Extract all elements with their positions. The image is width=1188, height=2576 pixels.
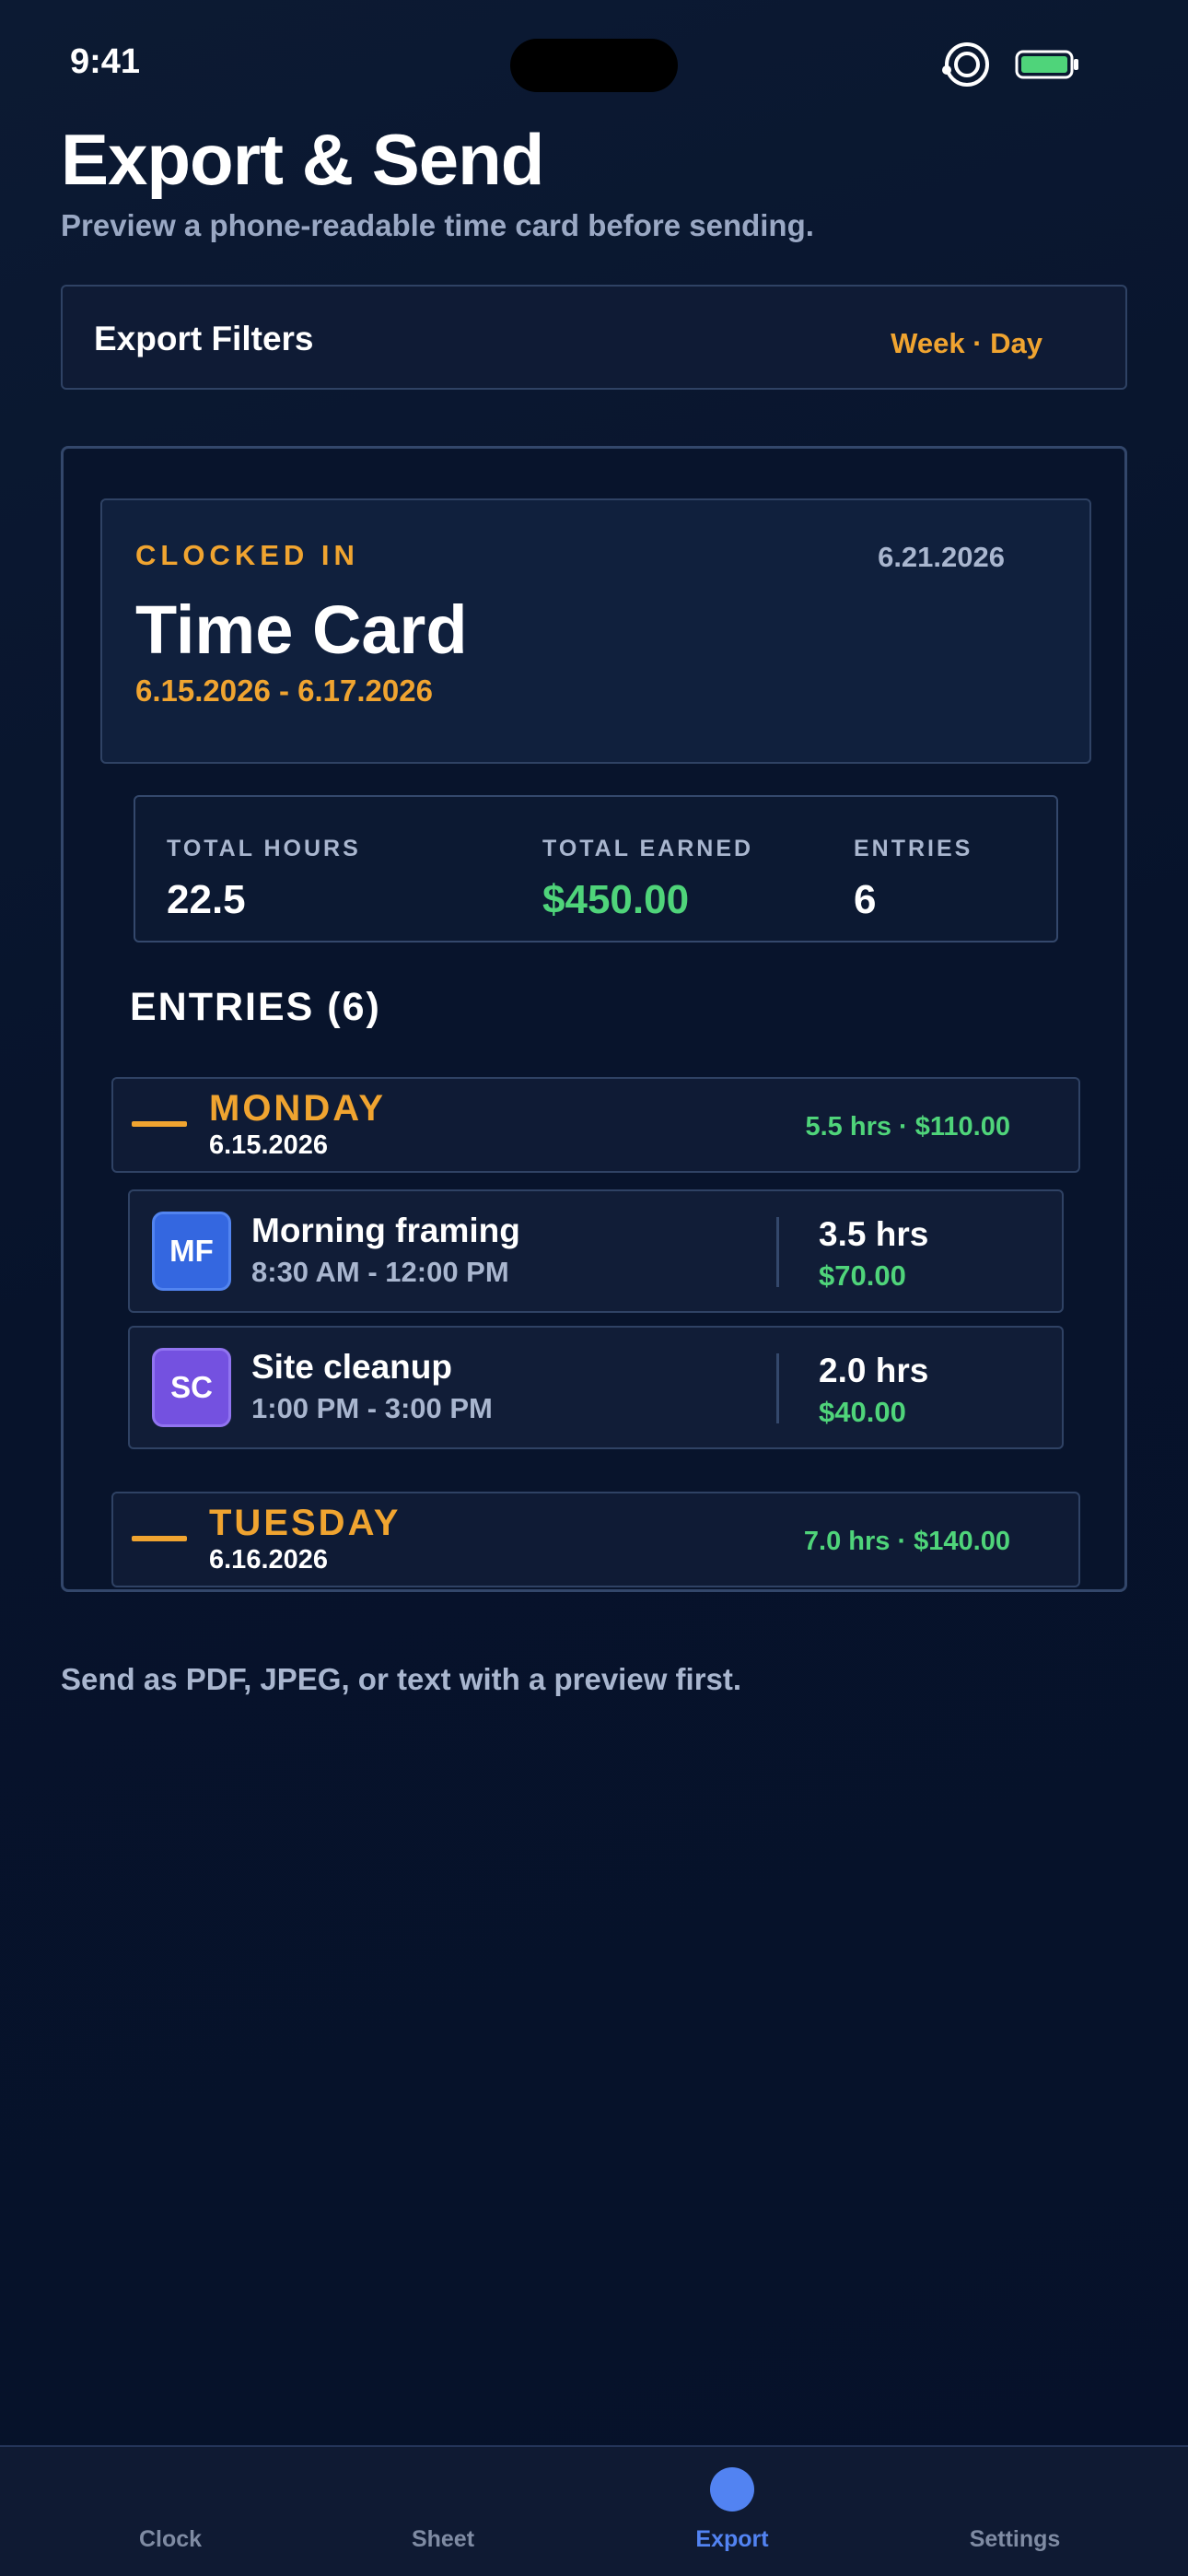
total-earned-label: TOTAL EARNED xyxy=(542,836,754,861)
clock-status: CLOCKED IN xyxy=(135,539,359,571)
day-summary: 5.5 hrs · $110.00 xyxy=(805,1112,1011,1142)
day-date: 6.16.2026 xyxy=(209,1545,329,1575)
page-title: Export & Send xyxy=(61,119,544,200)
export-filters-title: Export Filters xyxy=(94,320,314,357)
entry-earned: $40.00 xyxy=(819,1396,906,1428)
entry-earned: $70.00 xyxy=(819,1259,906,1292)
total-entries: ENTRIES 6 xyxy=(854,836,973,923)
total-earned-value: $450.00 xyxy=(542,877,690,922)
sync-status-icon xyxy=(942,42,989,87)
total-hours-label: TOTAL HOURS xyxy=(167,836,361,861)
total-hours: TOTAL HOURS 22.5 xyxy=(167,836,361,923)
tab-sheet[interactable]: Sheet xyxy=(295,2447,591,2576)
day-date: 6.15.2026 xyxy=(209,1130,329,1160)
entry-divider xyxy=(776,1217,779,1287)
active-tab-indicator-icon xyxy=(710,2467,754,2512)
time-card-title: Time Card xyxy=(135,591,468,668)
time-card-preview[interactable]: CLOCKED IN 6.21.2026 Time Card 6.15.2026… xyxy=(61,446,1127,1592)
day-marker xyxy=(132,1121,187,1127)
total-entries-label: ENTRIES xyxy=(854,836,973,861)
tab-export-label: Export xyxy=(695,2526,769,2552)
totals-summary: TOTAL HOURS 22.5 TOTAL EARNED $450.00 EN… xyxy=(134,795,1058,943)
tab-sheet-label: Sheet xyxy=(411,2526,475,2552)
entry-time: 8:30 AM - 12:00 PM xyxy=(251,1256,509,1288)
entry-divider xyxy=(776,1353,779,1423)
entry-time: 1:00 PM - 3:00 PM xyxy=(251,1392,493,1424)
total-hours-value: 22.5 xyxy=(167,877,246,922)
status-bar: 9:41 xyxy=(0,0,1188,129)
tab-bar: Clock Sheet Export Settings xyxy=(0,2445,1188,2576)
entry-avatar: SC xyxy=(152,1348,231,1427)
entries-heading: ENTRIES (6) xyxy=(130,985,381,1029)
tab-settings[interactable]: Settings xyxy=(867,2447,1163,2576)
export-filters-value[interactable]: Week · Day xyxy=(891,327,1042,360)
day-marker xyxy=(132,1536,187,1541)
entry-name: Morning framing xyxy=(251,1212,520,1249)
tab-settings-label: Settings xyxy=(969,2526,1061,2552)
total-entries-value: 6 xyxy=(854,877,877,922)
time-card-date: 6.21.2026 xyxy=(878,541,1005,573)
page-subtitle: Preview a phone-readable time card befor… xyxy=(61,208,814,242)
status-time: 9:41 xyxy=(70,42,141,81)
dynamic-island xyxy=(510,39,678,92)
day-group-header[interactable]: MONDAY 6.15.2026 5.5 hrs · $110.00 xyxy=(111,1077,1080,1173)
export-filters-card[interactable]: Export Filters Week · Day xyxy=(61,285,1127,390)
tab-clock[interactable]: Clock xyxy=(22,2447,319,2576)
day-name: MONDAY xyxy=(209,1088,387,1129)
entry-name: Site cleanup xyxy=(251,1348,452,1386)
entry-row[interactable]: MF Morning framing 8:30 AM - 12:00 PM 3.… xyxy=(128,1189,1064,1313)
day-group-header[interactable]: TUESDAY 6.16.2026 7.0 hrs · $140.00 xyxy=(111,1492,1080,1587)
status-icons xyxy=(939,39,1079,90)
entry-avatar: MF xyxy=(152,1212,231,1291)
entry-hours: 3.5 hrs xyxy=(819,1215,929,1253)
battery-icon xyxy=(1015,50,1078,79)
time-card-range: 6.15.2026 - 6.17.2026 xyxy=(135,673,433,708)
day-summary: 7.0 hrs · $140.00 xyxy=(803,1527,1010,1556)
total-earned: TOTAL EARNED $450.00 xyxy=(542,836,753,923)
time-card-header: CLOCKED IN 6.21.2026 Time Card 6.15.2026… xyxy=(100,498,1091,764)
tab-clock-label: Clock xyxy=(138,2526,203,2552)
entry-hours: 2.0 hrs xyxy=(819,1352,929,1389)
day-name: TUESDAY xyxy=(209,1503,402,1543)
tab-export[interactable]: Export xyxy=(584,2447,880,2576)
send-options-note: Send as PDF, JPEG, or text with a previe… xyxy=(61,1662,742,1696)
entry-row[interactable]: SC Site cleanup 1:00 PM - 3:00 PM 2.0 hr… xyxy=(128,1326,1064,1449)
